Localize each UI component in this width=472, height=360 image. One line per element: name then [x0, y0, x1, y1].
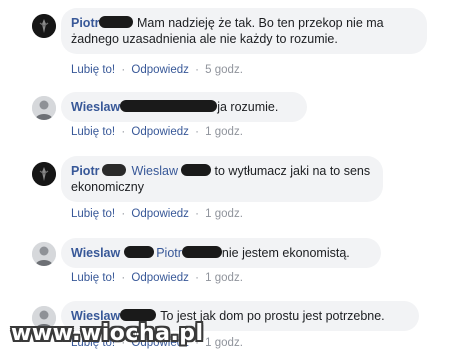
like-button[interactable]: Lubię to! — [71, 126, 115, 138]
redacted-surname — [99, 16, 134, 28]
avatar-piotr[interactable] — [32, 162, 56, 186]
comment-text: nie jestem ekonomistą. — [221, 246, 350, 260]
redacted-text — [120, 100, 218, 112]
timestamp[interactable]: 1 godz. — [205, 272, 243, 284]
like-button[interactable]: Lubię to! — [71, 64, 115, 76]
separator: · — [195, 64, 199, 76]
separator: · — [121, 126, 126, 138]
comment-bubble: Wieslaw ja rozumie. — [61, 92, 307, 122]
like-button[interactable]: Lubię to! — [71, 208, 115, 220]
comment-actions: Lubię to! · Odpowiedz · 5 godz. — [71, 64, 243, 76]
comment-author[interactable]: Piotr — [71, 164, 99, 178]
comment-author[interactable]: Wieslaw — [71, 246, 120, 260]
comment-actions: Lubię to! · Odpowiedz · 1 godz. — [71, 272, 243, 284]
reply-button[interactable]: Odpowiedz — [131, 208, 189, 220]
comment-actions: Lubię to! · Odpowiedz · 1 godz. — [71, 208, 243, 220]
separator: · — [121, 64, 126, 76]
comment-author[interactable]: Wieslaw — [71, 100, 120, 114]
reply-button[interactable]: Odpowiedz — [131, 272, 189, 284]
timestamp[interactable]: 5 godz. — [205, 64, 243, 76]
comment-bubble: Piotr Wieslaw to wytłumacz jaki na to sen… — [61, 156, 383, 202]
timestamp[interactable]: 1 godz. — [205, 126, 243, 138]
timestamp[interactable]: 1 godz. — [205, 208, 243, 220]
avatar-wieslaw[interactable] — [32, 96, 56, 120]
comment-bubble: Wieslaw Piotr nie jestem ekonomistą. — [61, 238, 381, 268]
comment-text-line1: to wytłumacz jaki na to sens — [214, 164, 371, 178]
redacted-surname — [181, 164, 212, 176]
reply-button[interactable]: Odpowiedz — [131, 64, 189, 76]
separator: · — [121, 208, 126, 220]
separator: · — [195, 126, 199, 138]
avatar-piotr[interactable] — [32, 14, 56, 38]
redacted-surname — [102, 164, 127, 176]
comment-text: ja rozumie. — [217, 100, 279, 114]
avatar-wieslaw[interactable] — [32, 242, 56, 266]
like-button[interactable]: Lubię to! — [71, 272, 115, 284]
photo-avatar-icon — [32, 96, 56, 120]
comment-actions: Lubię to! · Odpowiedz · 1 godz. — [71, 126, 243, 138]
separator: · — [195, 208, 199, 220]
timestamp[interactable]: 1 godz. — [205, 337, 243, 349]
mention-link[interactable]: Wieslaw — [131, 164, 178, 178]
watermark: www.wiocha.pl — [11, 321, 204, 346]
emblem-icon — [32, 162, 56, 186]
comment-text-line2: ekonomiczny — [71, 180, 144, 194]
photo-avatar-icon — [32, 242, 56, 266]
comment-bubble: Piotr Mam nadzieję że tak. Bo ten przeko… — [61, 8, 427, 54]
emblem-icon — [32, 14, 56, 38]
separator: · — [121, 272, 126, 284]
mention-link[interactable]: Piotr — [156, 246, 182, 260]
separator: · — [195, 272, 199, 284]
redacted-surname — [181, 246, 222, 258]
reply-button[interactable]: Odpowiedz — [131, 126, 189, 138]
redacted-surname — [124, 246, 155, 258]
comment-author[interactable]: Piotr — [71, 16, 99, 30]
redacted-surname — [120, 309, 157, 321]
